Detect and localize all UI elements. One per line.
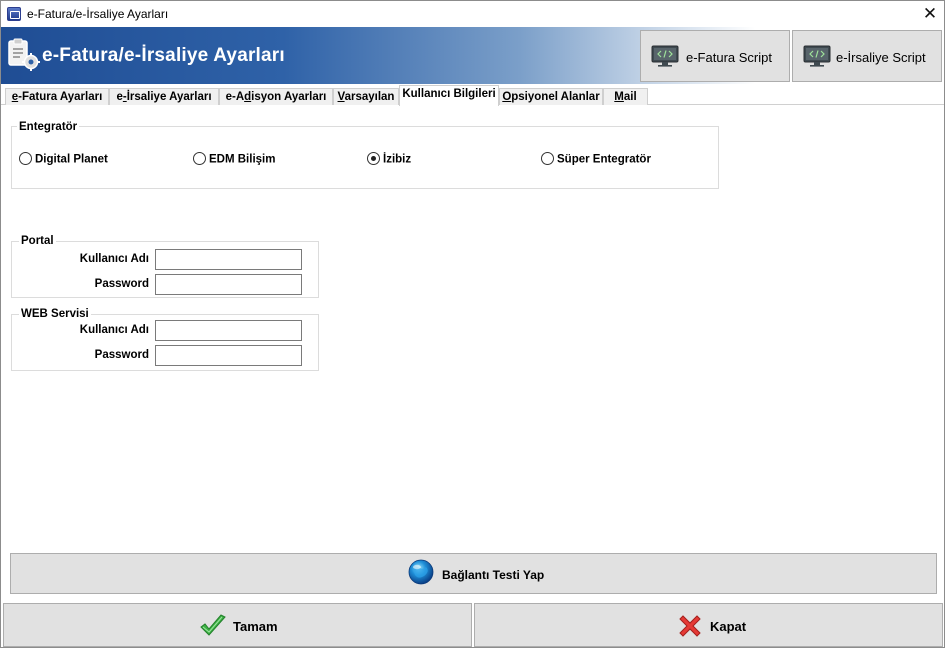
web-password-input[interactable] xyxy=(155,345,302,366)
monitor-code-icon xyxy=(803,45,831,67)
entegrator-group-label: Entegratör xyxy=(17,121,80,133)
tab-mnemonic: M xyxy=(614,91,624,103)
radio-izibiz[interactable]: İzibiz xyxy=(367,152,412,167)
close-window-button[interactable]: ✕ xyxy=(919,3,941,25)
title-bar[interactable]: e-Fatura/e-İrsaliye Ayarları ✕ xyxy=(1,1,944,27)
connection-test-label: Bağlantı Testi Yap xyxy=(442,568,545,582)
radio-label: Süper Entegratör xyxy=(557,153,651,166)
tab-eadisyon-ayarlari[interactable]: e-Adisyon Ayarları xyxy=(219,88,333,105)
radio-circle xyxy=(193,152,206,165)
tab-text: e-A xyxy=(225,91,245,103)
close-label: Kapat xyxy=(710,619,747,634)
radio-super-entegrator[interactable]: Süper Entegratör xyxy=(541,152,651,167)
radio-circle xyxy=(541,152,554,165)
web-password-label: Password xyxy=(94,349,149,361)
monitor-code-icon xyxy=(651,45,679,67)
tab-text: İrsaliye Ayarları xyxy=(126,91,212,103)
tab-eirsaliye-ayarlari[interactable]: e-İrsaliye Ayarları xyxy=(109,88,219,105)
tab-mnemonic: O xyxy=(502,91,512,103)
tab-text: isyon Ayarları xyxy=(251,91,327,103)
web-username-input[interactable] xyxy=(155,320,302,341)
radio-label: EDM Bilişim xyxy=(209,153,276,166)
eirsaliye-script-label: e-İrsaliye Script xyxy=(836,50,926,65)
portal-password-label: Password xyxy=(94,278,149,290)
ok-button[interactable]: Tamam xyxy=(3,603,472,647)
radio-label: İzibiz xyxy=(383,153,412,166)
tab-text: Kullanıcı Bilgileri xyxy=(402,88,496,100)
efatura-script-label: e-Fatura Script xyxy=(686,50,772,65)
banner-title: e-Fatura/e-İrsaliye Ayarları xyxy=(42,45,285,66)
ok-label: Tamam xyxy=(233,619,278,634)
close-x-icon xyxy=(679,615,701,637)
efatura-script-button[interactable]: e-Fatura Script xyxy=(640,30,790,82)
connection-test-button[interactable]: Bağlantı Testi Yap xyxy=(10,553,937,594)
tab-text: ail xyxy=(623,91,637,103)
window-title: e-Fatura/e-İrsaliye Ayarları xyxy=(27,7,169,21)
tab-kullanici-bilgileri[interactable]: Kullanıcı Bilgileri xyxy=(399,85,499,106)
tab-strip: e-Fatura Ayarları e-İrsaliye Ayarları e-… xyxy=(1,85,944,106)
tab-mail[interactable]: Mail xyxy=(603,88,648,105)
radio-digital-planet[interactable]: Digital Planet xyxy=(19,152,108,167)
radio-circle-selected xyxy=(367,152,380,165)
app-icon xyxy=(7,7,21,21)
globe-icon xyxy=(408,559,434,585)
radio-circle xyxy=(19,152,32,165)
close-button[interactable]: Kapat xyxy=(474,603,943,647)
eirsaliye-script-button[interactable]: e-İrsaliye Script xyxy=(792,30,942,82)
tab-opsiyonel-alanlar[interactable]: Opsiyonel Alanlar xyxy=(499,88,603,105)
tab-mnemonic: V xyxy=(337,91,345,103)
portal-password-input[interactable] xyxy=(155,274,302,295)
tab-text: psiyonel Alanlar xyxy=(511,91,600,103)
check-icon xyxy=(200,614,226,636)
tab-efatura-ayarlari[interactable]: e-Fatura Ayarları xyxy=(5,88,109,105)
portal-username-input[interactable] xyxy=(155,249,302,270)
settings-window: e-Fatura/e-İrsaliye Ayarları ✕ e-Fatura/… xyxy=(0,0,945,648)
tab-varsayilan[interactable]: Varsayılan xyxy=(333,88,399,105)
portal-group-label: Portal xyxy=(19,235,56,247)
tab-text: -Fatura Ayarları xyxy=(18,91,103,103)
radio-label: Digital Planet xyxy=(35,153,108,166)
portal-username-label: Kullanıcı Adı xyxy=(79,253,149,265)
tab-text: arsayılan xyxy=(344,91,395,103)
radio-edm-bilisim[interactable]: EDM Bilişim xyxy=(193,152,276,167)
web-servisi-group-label: WEB Servisi xyxy=(19,308,91,320)
web-username-label: Kullanıcı Adı xyxy=(79,324,149,336)
settings-clipboard-icon xyxy=(8,38,40,71)
